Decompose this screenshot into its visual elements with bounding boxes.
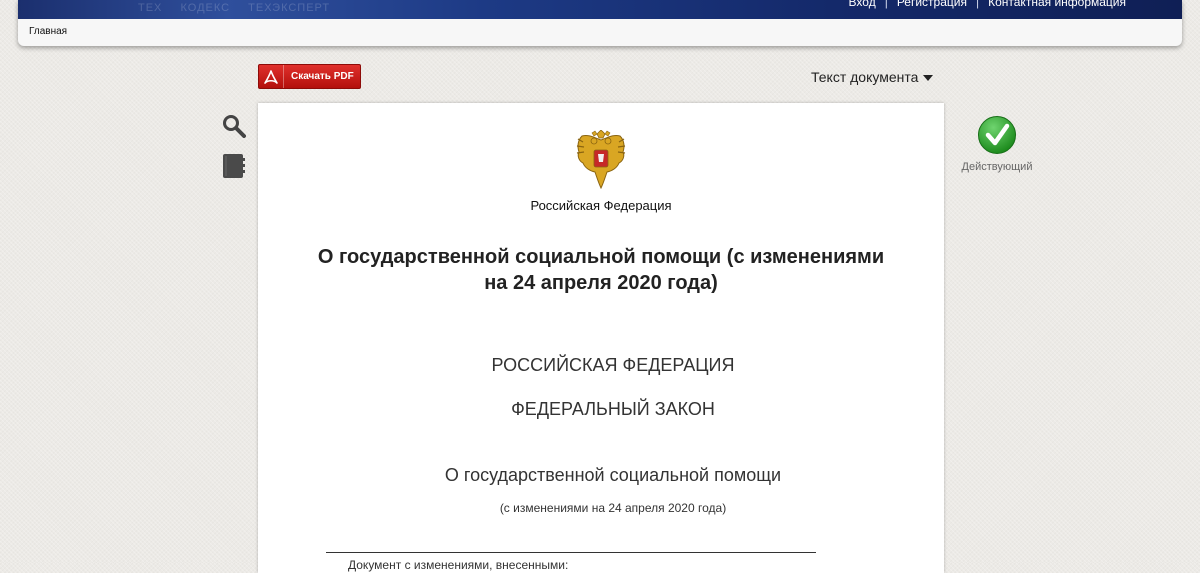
link-separator: | (975, 0, 980, 9)
chevron-down-icon (923, 74, 934, 81)
link-separator: | (884, 0, 888, 9)
banner-logo-kodeks: КОДЕКС (180, 2, 231, 14)
document-status: Действующий (958, 115, 1036, 173)
login-link[interactable]: Вход (849, 0, 876, 9)
amendment-list-intro: Документ с изменениями, внесенными: (348, 558, 569, 572)
download-pdf-button[interactable]: Скачать PDF (258, 64, 361, 89)
document-title: О государственной социальной помощи (с и… (288, 244, 914, 296)
search-icon[interactable] (222, 114, 246, 143)
country-caption: Российская Федерация (530, 198, 672, 213)
banner-logo-tech: ТЕХ (138, 2, 163, 14)
document-page: Российская Федерация О государственной с… (258, 103, 944, 573)
document-title-line-1: О государственной социальной помощи (с и… (317, 246, 885, 268)
download-pdf-label: Скачать PDF (291, 71, 354, 82)
bookmark-icon[interactable] (222, 153, 246, 184)
top-links: Вход | Регистрация | Контактная информация (849, 0, 1126, 9)
document-view-label: Текст документа (811, 69, 919, 85)
amendment-note: (с изменениями на 24 апреля 2020 года) (499, 501, 727, 515)
pdf-icon (259, 65, 284, 88)
document-title-line-2: на 24 апреля 2020 года) (484, 272, 718, 294)
site-header: ТЕХ КОДЕКС ТЕХЭКСПЕРТ Вход | Регистрация | К… (18, 0, 1182, 46)
register-link[interactable]: Регистрация (897, 0, 967, 9)
status-label: Действующий (961, 161, 1033, 173)
coat-of-arms-icon (574, 129, 628, 190)
law-country-heading: РОССИЙСКАЯ ФЕДЕРАЦИЯ (491, 355, 735, 375)
breadcrumb-home[interactable]: Главная (29, 26, 67, 37)
law-name-heading: О государственной социальной помощи (444, 465, 782, 485)
divider-line (326, 552, 816, 553)
document-view-select[interactable]: Текст документа (811, 69, 934, 85)
banner-logo-techexpert: ТЕХЭКСПЕРТ (248, 2, 331, 14)
header-banner: ТЕХ КОДЕКС ТЕХЭКСПЕРТ Вход | Регистрация | К… (18, 0, 1182, 19)
banner-logos: ТЕХ КОДЕКС ТЕХЭКСПЕРТ (138, 2, 344, 14)
checkmark-icon (978, 116, 1016, 154)
law-type-heading: ФЕДЕРАЛЬНЫЙ ЗАКОН (511, 399, 715, 419)
contacts-link[interactable]: Контактная информация (988, 0, 1126, 9)
